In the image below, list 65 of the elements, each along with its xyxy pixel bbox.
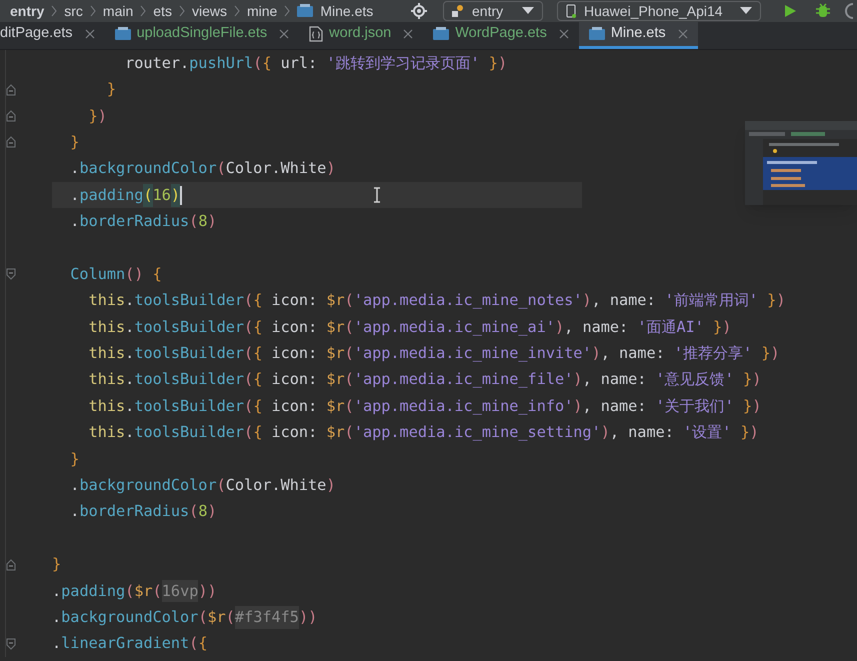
ets-file-icon (114, 27, 131, 41)
code-line: .linearGradient({ (52, 633, 208, 654)
code-line: .backgroundColor(Color.White) (69, 475, 336, 496)
code-line: .backgroundColor($r(#f3f4f5)) (52, 604, 718, 631)
chevron-right-icon (284, 5, 290, 17)
code-line: } (69, 448, 80, 470)
device-dropdown[interactable]: Huawei_Phone_Api14 (557, 1, 761, 21)
code-line: this.toolsBuilder({ icon: $r('app.media.ic_mine_ai'), name: '面通AI' }) (88, 316, 732, 338)
breadcrumb-item[interactable]: main (102, 0, 134, 22)
code-line: .borderRadius(8) (69, 211, 218, 232)
run-icon[interactable] (783, 4, 797, 18)
breadcrumb-item[interactable]: views (192, 0, 227, 22)
json-file-icon (309, 26, 324, 42)
code-line: this.toolsBuilder({ icon: $r('app.media.ic_mine_file'), name: '意见反馈' }) (88, 369, 762, 390)
target-icon[interactable] (411, 3, 427, 19)
breadcrumb-item[interactable]: mine (246, 0, 278, 22)
fold-marker-icon[interactable] (6, 638, 16, 650)
breadcrumb-item[interactable]: entry (10, 0, 44, 22)
close-icon[interactable] (403, 29, 414, 39)
fold-marker-icon[interactable] (6, 110, 16, 122)
editor-tab[interactable]: word.json (299, 22, 424, 49)
editor-tab[interactable]: uploadSingleFile.ets (104, 22, 300, 49)
code-line: this.toolsBuilder({ icon: $r('app.media.ic_mine_setting'), name: '设置' }) (88, 422, 760, 444)
chevron-right-icon (90, 5, 96, 17)
breadcrumb-item[interactable]: ets (153, 0, 172, 22)
code-line: Column() { (69, 264, 163, 285)
code-line: .padding($r(16vp)) (52, 578, 617, 604)
fold-marker-icon[interactable] (6, 558, 16, 571)
close-icon[interactable] (279, 29, 290, 39)
code-line: } (52, 554, 62, 576)
text-cursor-icon (373, 187, 381, 204)
dropdown-caret-icon (740, 7, 752, 15)
code-line: this.toolsBuilder({ icon: $r('app.media.ic_mine_info'), name: '关于我们' }) (88, 396, 762, 417)
code-line: this.toolsBuilder({ icon: $r('app.media.ic_mine_notes'), name: '前端常用词' }) (88, 290, 786, 312)
fold-marker-icon[interactable] (6, 268, 16, 280)
code-line: this.toolsBuilder({ icon: $r('app.media.ic_mine_invite'), name: '推荐分享' }) (88, 343, 781, 364)
breadcrumb-item[interactable]: src (64, 0, 83, 22)
fold-marker-icon[interactable] (6, 136, 16, 148)
code-line: }) (88, 106, 108, 127)
text-caret (180, 186, 182, 205)
close-icon[interactable] (558, 29, 569, 39)
code-line: } (69, 132, 80, 153)
editor-tab[interactable]: ditPage.ets (0, 22, 105, 49)
ets-file-icon (297, 4, 314, 18)
debug-icon[interactable] (815, 3, 831, 19)
close-icon[interactable] (84, 29, 95, 39)
ets-file-icon (588, 27, 605, 41)
code-line: .borderRadius(8) (69, 501, 218, 522)
close-icon[interactable] (678, 29, 688, 39)
code-line: router.pushUrl({ url: '跳转到学习记录页面' }) (124, 52, 508, 74)
run-config-dropdown[interactable]: entry (443, 1, 543, 21)
breadcrumb-item[interactable]: Mine.ets (320, 0, 374, 22)
editor-tab[interactable]: WordPage.ets (423, 22, 579, 49)
code-line: .backgroundColor(Color.White) (69, 158, 336, 180)
fold-marker-icon[interactable] (6, 84, 16, 96)
chevron-right-icon (234, 5, 240, 17)
dropdown-caret-icon (522, 7, 534, 15)
phone-icon (566, 4, 576, 18)
editor-tab[interactable]: Mine.ets (578, 22, 698, 49)
code-line: } (106, 79, 118, 100)
chevron-right-icon (140, 5, 146, 17)
chevron-right-icon (178, 5, 185, 17)
chevron-right-icon (51, 5, 58, 17)
module-icon (452, 5, 464, 17)
ets-file-icon (433, 27, 450, 41)
